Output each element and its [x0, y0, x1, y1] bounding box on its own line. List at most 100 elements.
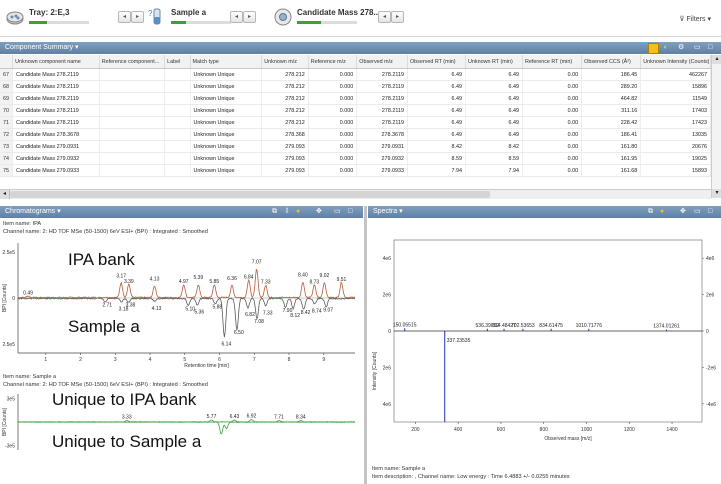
chromatogram-plot-overlay[interactable]: 2.5e5 0 2.5e5 BPI [Counts] Retention time [m… — [0, 237, 363, 370]
table-header[interactable]: Observed m/z — [356, 55, 408, 69]
table-header[interactable]: Reference RT (min) — [522, 55, 583, 69]
table-cell: 278.2119 — [356, 80, 408, 93]
copy-icon[interactable]: ⧉ — [272, 206, 277, 218]
table-header[interactable]: Match type — [190, 55, 263, 69]
peak-label: 5.77 — [207, 414, 217, 420]
peak-label: 9.07 — [323, 307, 333, 313]
table-cell: 0.00 — [522, 140, 583, 153]
palette-icon[interactable]: ● — [296, 206, 300, 218]
sample-label: Sample a — [171, 8, 207, 17]
table-row[interactable]: 71 Candidate Mass 278.2119 Unknown Unique 2… — [0, 116, 711, 129]
candidate-next-button[interactable]: ▸ — [391, 11, 404, 23]
table-cell: 6.49 — [465, 68, 524, 81]
table-header[interactable]: Reference m/z — [308, 55, 358, 69]
peak-label: 7.33 — [261, 280, 271, 286]
table-header[interactable]: Unknown Intensity (Counts) — [640, 55, 711, 69]
scroll-up-icon[interactable]: ▴ — [712, 55, 721, 64]
filters-button[interactable]: ⊽ Filters ▾ — [679, 15, 711, 23]
table-row[interactable]: 74 Candidate Mass 279.0932 Unknown Unique 2… — [0, 152, 711, 165]
table-row[interactable]: 75 Candidate Mass 279.0933 Unknown Unique 2… — [0, 164, 711, 177]
sample-prev-button[interactable]: ◂ — [230, 11, 243, 23]
candidate-progress — [297, 21, 357, 24]
table-cell: 0.000 — [308, 104, 358, 117]
table-cell: 0.00 — [522, 92, 583, 105]
table-header[interactable]: Reference component... — [99, 55, 166, 69]
table-horizontal-scrollbar[interactable]: ◂ — [0, 189, 711, 199]
palette-icon[interactable]: ● — [660, 206, 664, 218]
pan-icon[interactable]: ✥ — [680, 206, 686, 218]
pan-icon[interactable]: ✥ — [316, 206, 322, 218]
table-cell: 0.000 — [308, 152, 358, 165]
table-cell: 228.42 — [581, 116, 642, 129]
table-cell: Unknown Unique — [190, 80, 263, 93]
chromatograms-header: Chromatograms ▾ ⧉ ⇩ ● ✥ ▭ □ — [0, 206, 363, 218]
copy-icon[interactable]: ⧉ — [648, 206, 653, 218]
table-header[interactable]: Unknown component name — [12, 55, 100, 69]
table-row[interactable]: 70 Candidate Mass 278.2119 Unknown Unique 2… — [0, 104, 711, 117]
table-header[interactable]: Label — [164, 55, 191, 69]
table-cell: Candidate Mass 278.2119 — [12, 116, 100, 129]
highlight-icon[interactable] — [648, 43, 659, 54]
scroll-thumb[interactable] — [10, 191, 490, 198]
right-y-tick-label: -4e6 — [706, 402, 716, 408]
peak-label: 6.36 — [227, 276, 237, 282]
tray-prev-button[interactable]: ◂ — [118, 11, 131, 23]
window-maximize-icon[interactable]: □ — [348, 206, 352, 218]
settings-icon[interactable]: ⚙ — [678, 42, 684, 54]
table-row[interactable]: 72 Candidate Mass 278.3678 Unknown Unique 2… — [0, 128, 711, 141]
tray-icon — [6, 11, 24, 25]
overlay-label-sample-a: Sample a — [68, 317, 140, 336]
table-cell — [99, 152, 166, 165]
table-cell: 6.49 — [407, 92, 467, 105]
x-tick-label: 1 — [44, 357, 47, 363]
candidate-prev-button[interactable]: ◂ — [378, 11, 391, 23]
panel-splitter[interactable] — [364, 206, 367, 484]
table-header[interactable]: Unknown RT (min) — [465, 55, 524, 69]
table-row[interactable]: 73 Candidate Mass 279.0931 Unknown Unique 2… — [0, 140, 711, 153]
chevron-down-icon[interactable]: ▾ — [399, 208, 403, 215]
sample-next-button[interactable]: ▸ — [243, 11, 256, 23]
table-row[interactable]: 69 Candidate Mass 278.2119 Unknown Unique 2… — [0, 92, 711, 105]
table-cell: 0.000 — [308, 140, 358, 153]
chevron-down-icon[interactable]: ▾ — [57, 208, 61, 215]
table-vertical-scrollbar[interactable]: ▴ ▾ — [711, 55, 721, 198]
spectra-title[interactable]: Spectra — [373, 208, 397, 215]
table-cell — [99, 128, 166, 141]
scroll-down-icon[interactable]: ▾ — [712, 189, 721, 198]
window-maximize-icon[interactable]: □ — [708, 42, 712, 54]
spectrum-plot[interactable]: 4e6 4e6 2e6 2e6 0 0 2e6 -2e6 4e6 -4e6 200 400 600 800… — [368, 220, 721, 468]
spectrum-peak-label: 1374.01261 — [653, 324, 680, 330]
table-cell: 74 — [0, 152, 14, 165]
window-maximize-icon[interactable]: □ — [708, 206, 712, 218]
table-cell: 278.212 — [261, 104, 309, 117]
table-header-row: Unknown component name Reference compone… — [0, 55, 711, 69]
peak-label: 6.84 — [244, 275, 254, 281]
tray-next-button[interactable]: ▸ — [131, 11, 144, 23]
y-axis-title: Intensity [Counts] — [372, 351, 378, 390]
overlay-label-unique-sample: Unique to Sample a — [52, 432, 202, 451]
export-icon[interactable]: ⇩ — [284, 206, 290, 218]
window-restore-icon[interactable]: ▭ — [694, 42, 701, 54]
table-cell — [164, 140, 191, 153]
table-cell: 0.00 — [522, 128, 583, 141]
peak-label: 3.33 — [122, 415, 132, 421]
table-cell: 6.49 — [465, 104, 524, 117]
table-cell — [99, 104, 166, 117]
table-cell: 7.94 — [465, 164, 524, 177]
table-row[interactable]: 68 Candidate Mass 278.2119 Unknown Unique 2… — [0, 80, 711, 93]
window-restore-icon[interactable]: ▭ — [334, 206, 341, 218]
table-header[interactable]: Unknown m/z — [261, 55, 309, 69]
chromatograms-title[interactable]: Chromatograms — [5, 208, 55, 215]
table-header[interactable] — [0, 55, 14, 69]
table-header[interactable]: Observed CCS (Å²) — [581, 55, 642, 69]
table-header[interactable]: Observed RT (min) — [407, 55, 467, 69]
window-restore-icon[interactable]: ▭ — [694, 206, 701, 218]
scroll-left-icon[interactable]: ◂ — [0, 190, 10, 199]
arrow-left-icon[interactable]: ‹ — [664, 42, 666, 54]
peak-label: 5.36 — [194, 309, 204, 315]
table-cell — [99, 68, 166, 81]
table-cell: 278.212 — [261, 80, 309, 93]
component-summary-title[interactable]: Component Summary — [5, 44, 73, 51]
table-row[interactable]: 67 Candidate Mass 278.2119 Unknown Unique 2… — [0, 68, 711, 81]
chevron-down-icon[interactable]: ▾ — [75, 44, 79, 51]
